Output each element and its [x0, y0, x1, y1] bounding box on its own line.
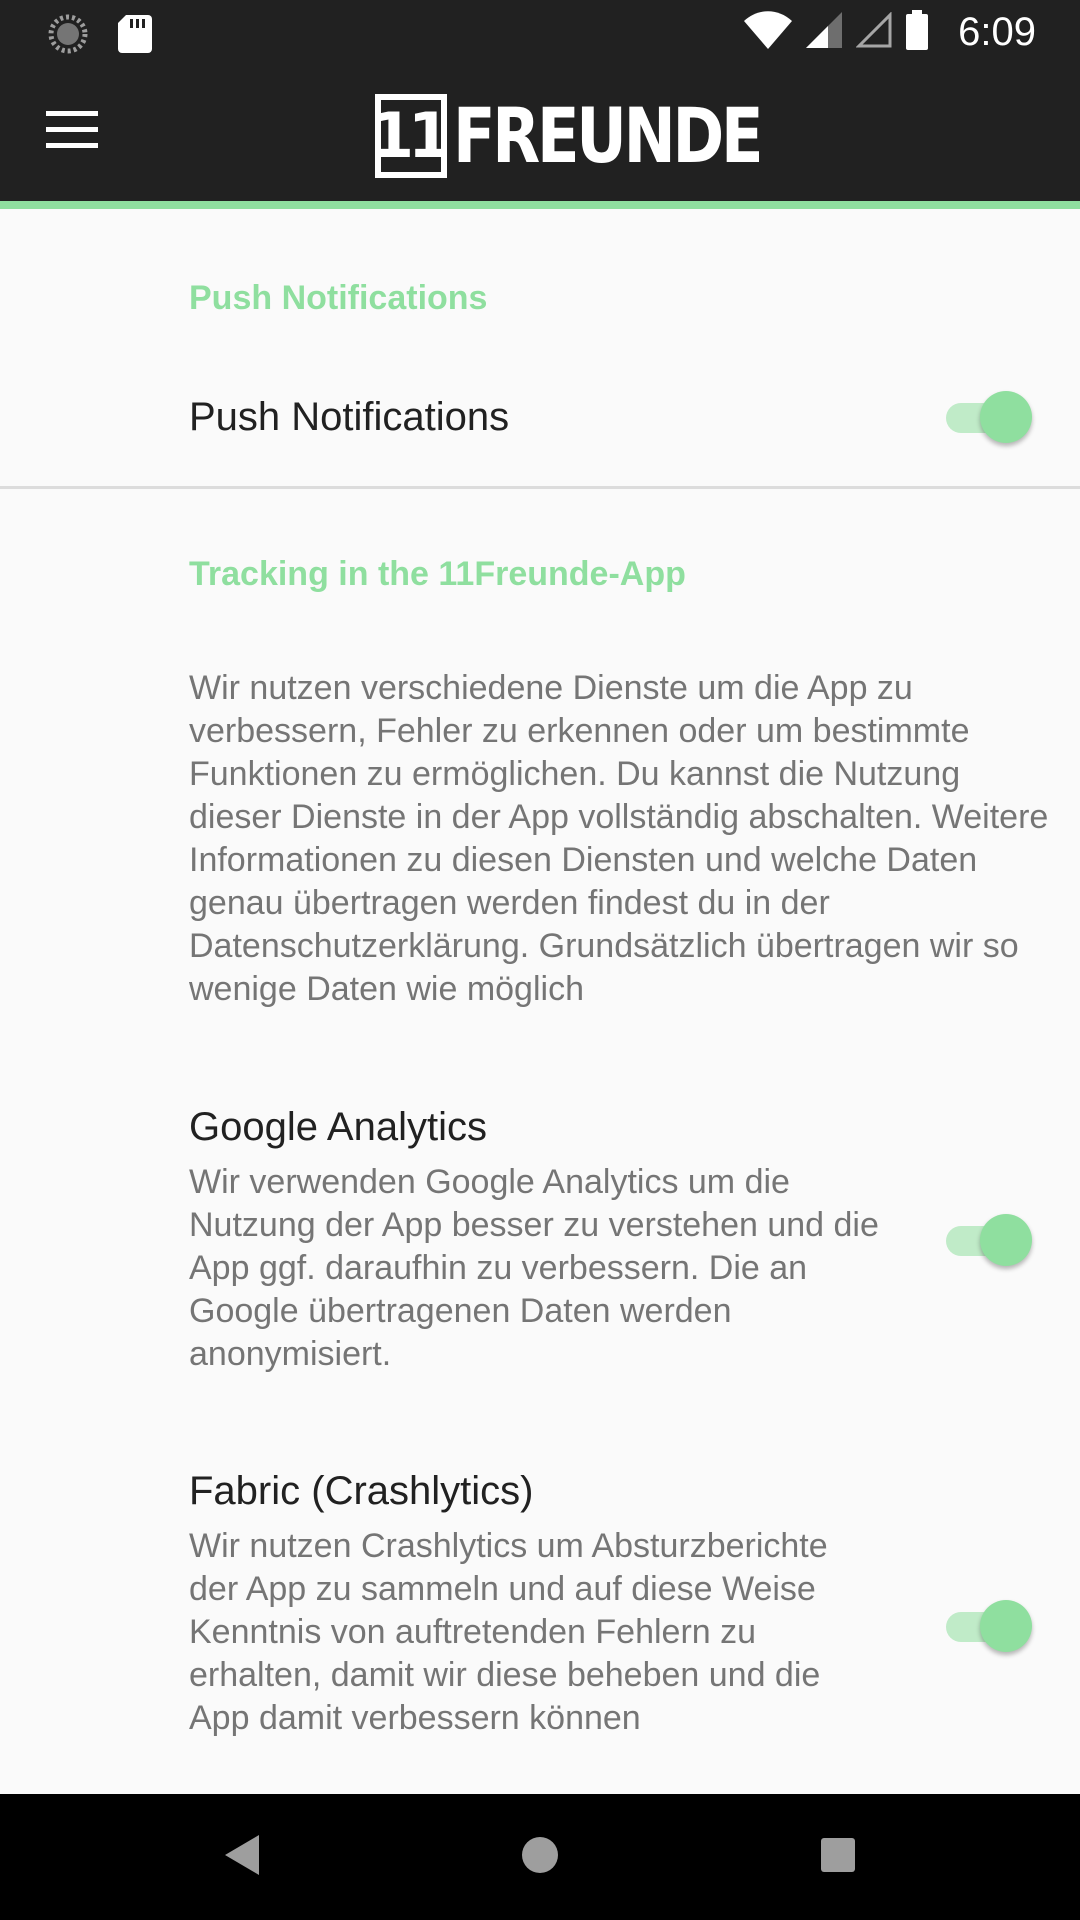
- recents-icon: [821, 1837, 855, 1877]
- home-button[interactable]: [480, 1794, 600, 1920]
- navigation-bar: [0, 1794, 1080, 1920]
- logo-number: 11: [371, 94, 451, 178]
- fabric-switch[interactable]: [942, 1595, 1032, 1655]
- wifi-icon: [744, 10, 793, 54]
- home-icon: [522, 1836, 558, 1878]
- fabric-description: Wir nutzen Crashlytics um Absturzbericht…: [189, 1527, 828, 1737]
- fabric-title: Fabric (Crashlytics): [189, 1469, 534, 1513]
- signal-empty-icon: [855, 10, 892, 53]
- logo-text: FREUNDE: [453, 91, 764, 180]
- app-logo: 11 FREUNDE: [371, 91, 828, 180]
- settings-content: Push Notifications Push Notifications Tr…: [0, 209, 1080, 1794]
- status-bar: 6:09: [0, 0, 1080, 63]
- push-notifications-title: Push Notifications: [189, 395, 510, 439]
- back-button[interactable]: [182, 1794, 302, 1920]
- switch-thumb: [980, 1600, 1032, 1652]
- section-divider: [0, 486, 1080, 489]
- switch-thumb: [980, 391, 1032, 443]
- google-analytics-description: Wir verwenden Google Analytics um die Nu…: [189, 1163, 879, 1373]
- loading-icon: [48, 14, 88, 59]
- google-analytics-title: Google Analytics: [189, 1105, 487, 1149]
- toolbar-accent-line: [0, 201, 1080, 209]
- back-icon: [225, 1834, 259, 1880]
- push-notifications-switch[interactable]: [942, 386, 1032, 446]
- menu-button[interactable]: [22, 63, 122, 201]
- status-bar-left: [48, 14, 152, 59]
- switch-thumb: [980, 1214, 1032, 1266]
- status-time: 6:09: [958, 9, 1036, 54]
- tracking-intro-text: Wir nutzen verschiedene Dienste um die A…: [189, 669, 1049, 1008]
- recents-button[interactable]: [778, 1794, 898, 1920]
- section-header-tracking: Tracking in the 11Freunde-App: [189, 555, 686, 593]
- sd-card-icon: [118, 15, 152, 58]
- google-analytics-switch[interactable]: [942, 1209, 1032, 1269]
- hamburger-menu-icon: [46, 110, 98, 154]
- status-bar-right: 6:09: [744, 8, 1036, 56]
- battery-icon: [906, 9, 929, 55]
- signal-icon: [806, 11, 843, 53]
- section-header-push: Push Notifications: [189, 279, 488, 317]
